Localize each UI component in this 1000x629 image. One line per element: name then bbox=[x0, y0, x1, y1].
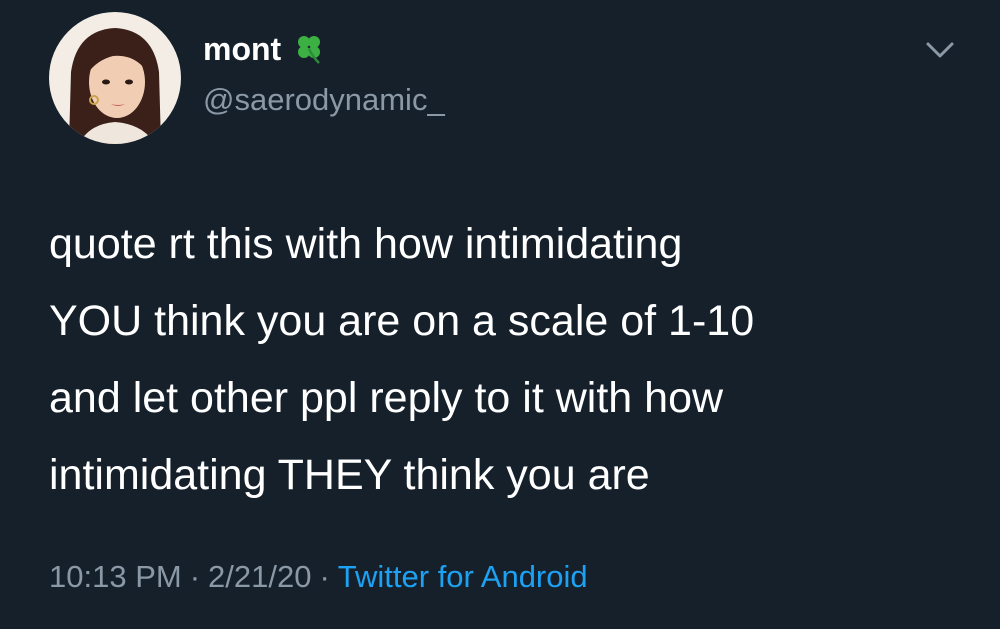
tweet-source-link[interactable]: Twitter for Android bbox=[338, 559, 588, 594]
profile-photo-icon bbox=[49, 12, 181, 144]
meta-separator: · bbox=[319, 559, 330, 594]
avatar[interactable] bbox=[49, 12, 181, 144]
author-name-row: mont bbox=[203, 29, 327, 69]
tweet-text: quote rt this with how intimidating YOU … bbox=[49, 206, 969, 514]
tweet-text-line: quote rt this with how intimidating bbox=[49, 220, 683, 268]
tweet-card: mont @saerodynamic_ quote rt this with h… bbox=[0, 0, 1000, 629]
user-handle[interactable]: @saerodynamic_ bbox=[203, 80, 445, 120]
display-name[interactable]: mont bbox=[203, 29, 281, 69]
meta-separator: · bbox=[189, 559, 201, 594]
chevron-down-icon[interactable] bbox=[918, 34, 962, 66]
four-leaf-clover-icon bbox=[291, 31, 327, 67]
tweet-text-line: intimidating THEY think you are bbox=[49, 451, 650, 499]
tweet-text-line: YOU think you are on a scale of 1-10 bbox=[49, 297, 755, 345]
tweet-date[interactable]: 2/21/20 bbox=[208, 559, 311, 594]
tweet-meta: 10:13 PM · 2/21/20 · Twitter for Android bbox=[49, 557, 588, 597]
tweet-time[interactable]: 10:13 PM bbox=[49, 559, 182, 594]
tweet-text-line: and let other ppl reply to it with how bbox=[49, 374, 724, 422]
